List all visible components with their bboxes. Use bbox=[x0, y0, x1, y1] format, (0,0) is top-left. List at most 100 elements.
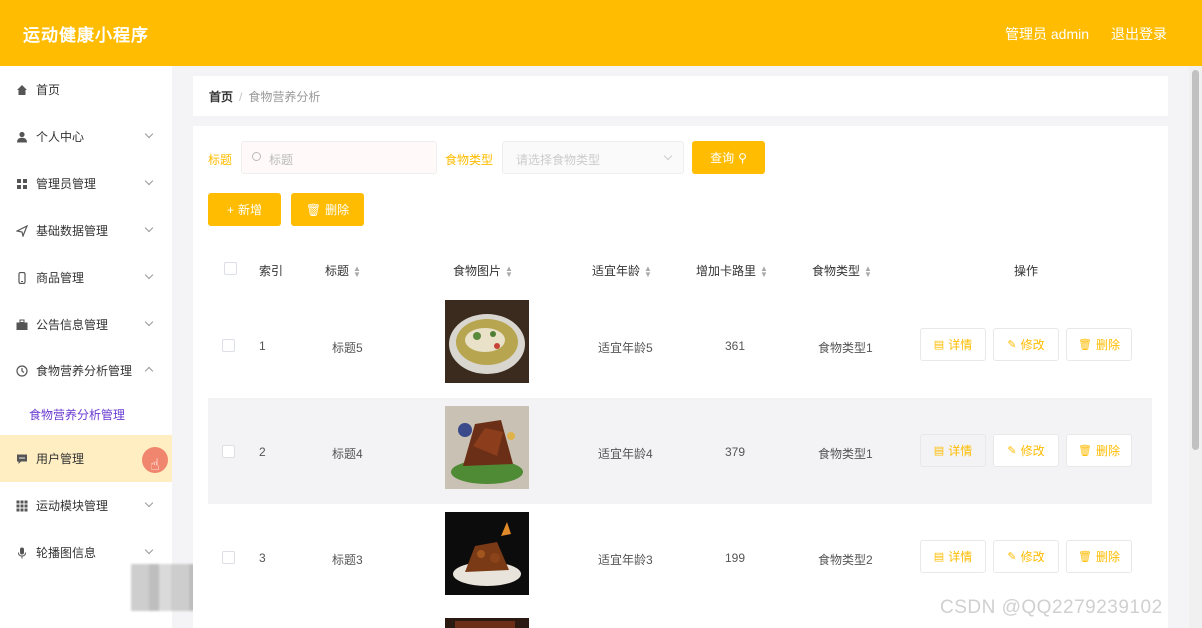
sidebar-item-label: 用户管理 bbox=[36, 452, 85, 466]
app-title: 运动健康小程序 bbox=[23, 26, 149, 45]
column-header-image[interactable]: 食物图片 ▲ ▼ bbox=[453, 262, 513, 279]
sidebar-item-home[interactable]: 首页 bbox=[0, 66, 172, 113]
detail-button[interactable]: ▤ 详情 bbox=[920, 328, 986, 361]
column-header-operations: 操作 bbox=[1014, 262, 1038, 279]
breadcrumb-current: 食物营养分析 bbox=[248, 90, 321, 104]
edit-button[interactable]: ✎ 修改 bbox=[993, 328, 1059, 361]
search-button-label: 查询 bbox=[710, 151, 735, 165]
detail-button[interactable]: ▤ 详情 bbox=[920, 540, 986, 573]
logout-link[interactable]: 退出登录 bbox=[1111, 24, 1167, 44]
food-image bbox=[445, 406, 529, 489]
row-index: 1 bbox=[259, 339, 266, 353]
document-icon: ▤ bbox=[933, 339, 945, 351]
sidebar-item-label: 商品管理 bbox=[36, 271, 85, 285]
sort-icon[interactable]: ▲ ▼ bbox=[353, 264, 361, 278]
batch-delete-button[interactable]: 🗑 删除 bbox=[291, 193, 364, 226]
row-title: 标题3 bbox=[332, 553, 363, 567]
sidebar-item-goods[interactable]: 商品管理 bbox=[0, 254, 172, 301]
scrollbar-thumb[interactable] bbox=[1192, 70, 1199, 450]
edit-icon: ✎ bbox=[1007, 339, 1017, 351]
sidebar-item-sports-module[interactable]: 运动模块管理 bbox=[0, 482, 172, 529]
add-button-label: 新增 bbox=[238, 203, 263, 217]
sidebar-item-label: 管理员管理 bbox=[36, 177, 97, 191]
title-search-placeholder: 标题 bbox=[269, 153, 294, 167]
edit-icon: ✎ bbox=[1007, 551, 1017, 563]
chevron-down-icon bbox=[144, 545, 154, 555]
row-food-type: 食物类型2 bbox=[818, 553, 873, 567]
edit-button[interactable]: ✎ 修改 bbox=[993, 540, 1059, 573]
sidebar-item-food-nutrition[interactable]: 食物营养分析管理 bbox=[0, 347, 172, 394]
column-header-index: 索引 bbox=[259, 262, 283, 279]
sidebar-item-admin-management[interactable]: 管理员管理 bbox=[0, 160, 172, 207]
breadcrumb-container bbox=[193, 76, 1168, 116]
sort-icon[interactable]: ▲ ▼ bbox=[505, 264, 513, 278]
food-image bbox=[445, 300, 529, 383]
submenu-item-food-nutrition[interactable]: 食物营养分析管理 bbox=[0, 397, 172, 431]
delete-button[interactable]: 🗑 删除 bbox=[1066, 434, 1132, 467]
sidebar-item-announcements[interactable]: 公告信息管理 bbox=[0, 301, 172, 348]
phone-icon bbox=[16, 271, 28, 284]
select-all-checkbox[interactable] bbox=[224, 262, 237, 275]
column-header-food-type[interactable]: 食物类型 ▲ ▼ bbox=[812, 262, 872, 279]
delete-button-label: 删除 bbox=[1095, 338, 1120, 352]
row-age: 适宜年龄3 bbox=[598, 553, 653, 567]
chevron-down-icon bbox=[144, 129, 154, 139]
row-food-type: 食物类型1 bbox=[818, 447, 873, 461]
sort-icon[interactable]: ▲ ▼ bbox=[864, 264, 872, 278]
trash-icon: 🗑 bbox=[1078, 339, 1092, 351]
sidebar-item-label: 公告信息管理 bbox=[36, 318, 109, 332]
chevron-up-icon bbox=[144, 366, 154, 376]
delete-button[interactable]: 🗑 删除 bbox=[1066, 540, 1132, 573]
row-age: 适宜年龄5 bbox=[598, 341, 653, 355]
column-header-title[interactable]: 标题 ▲ ▼ bbox=[325, 262, 361, 279]
document-icon: ▤ bbox=[933, 445, 945, 457]
food-type-placeholder: 请选择食物类型 bbox=[516, 153, 601, 167]
row-calories: 199 bbox=[725, 551, 746, 565]
search-button[interactable]: 查询 ⚲ bbox=[692, 141, 765, 174]
apps-icon bbox=[16, 500, 28, 512]
row-title: 标题5 bbox=[332, 341, 363, 355]
food-type-select[interactable]: 请选择食物类型 bbox=[502, 141, 684, 174]
admin-user-label: 管理员 admin bbox=[1005, 26, 1090, 42]
row-checkbox[interactable] bbox=[222, 551, 235, 564]
add-button[interactable]: + 新增 bbox=[208, 193, 281, 226]
sidebar-item-personal-center[interactable]: 个人中心 bbox=[0, 113, 172, 160]
sidebar-item-label: 轮播图信息 bbox=[36, 546, 97, 560]
edit-icon: ✎ bbox=[1007, 445, 1017, 457]
column-header-label: 食物图片 bbox=[453, 264, 502, 278]
hand-cursor-icon: ☝ bbox=[150, 457, 160, 474]
food-image bbox=[445, 512, 529, 595]
sort-icon[interactable]: ▲ ▼ bbox=[644, 264, 652, 278]
sidebar-item-label: 食物营养分析管理 bbox=[36, 364, 133, 378]
batch-delete-label: 删除 bbox=[325, 203, 350, 217]
detail-button[interactable]: ▤ 详情 bbox=[920, 434, 986, 467]
grid-icon bbox=[16, 178, 28, 190]
column-header-age[interactable]: 适宜年龄 ▲ ▼ bbox=[592, 262, 652, 279]
sidebar-item-basic-data[interactable]: 基础数据管理 bbox=[0, 207, 172, 254]
delete-button[interactable]: 🗑 删除 bbox=[1066, 328, 1132, 361]
food-image bbox=[445, 618, 529, 628]
edit-button[interactable]: ✎ 修改 bbox=[993, 434, 1059, 467]
detail-button-label: 详情 bbox=[948, 338, 973, 352]
trash-icon: 🗑 bbox=[1078, 445, 1092, 457]
breadcrumb-home[interactable]: 首页 bbox=[209, 90, 233, 104]
person-icon bbox=[16, 131, 28, 143]
row-calories: 361 bbox=[725, 339, 746, 353]
sort-icon[interactable]: ▲ ▼ bbox=[760, 264, 768, 278]
clock-icon bbox=[16, 364, 28, 377]
breadcrumb: 首页 / 食物营养分析 bbox=[209, 88, 320, 105]
briefcase-icon bbox=[16, 319, 28, 331]
search-icon: ⚲ bbox=[738, 150, 747, 165]
column-header-label: 适宜年龄 bbox=[592, 264, 641, 278]
column-header-calories[interactable]: 增加卡路里 ▲ ▼ bbox=[696, 262, 768, 279]
title-search-input[interactable]: 标题 bbox=[241, 141, 437, 174]
delete-button-label: 删除 bbox=[1095, 550, 1120, 564]
plus-icon: + bbox=[226, 202, 234, 217]
row-title: 标题4 bbox=[332, 447, 363, 461]
page-scrollbar[interactable] bbox=[1189, 66, 1202, 628]
row-checkbox[interactable] bbox=[222, 445, 235, 458]
detail-button-label: 详情 bbox=[948, 550, 973, 564]
column-header-label: 食物类型 bbox=[812, 264, 861, 278]
edit-button-label: 修改 bbox=[1020, 444, 1045, 458]
row-checkbox[interactable] bbox=[222, 339, 235, 352]
